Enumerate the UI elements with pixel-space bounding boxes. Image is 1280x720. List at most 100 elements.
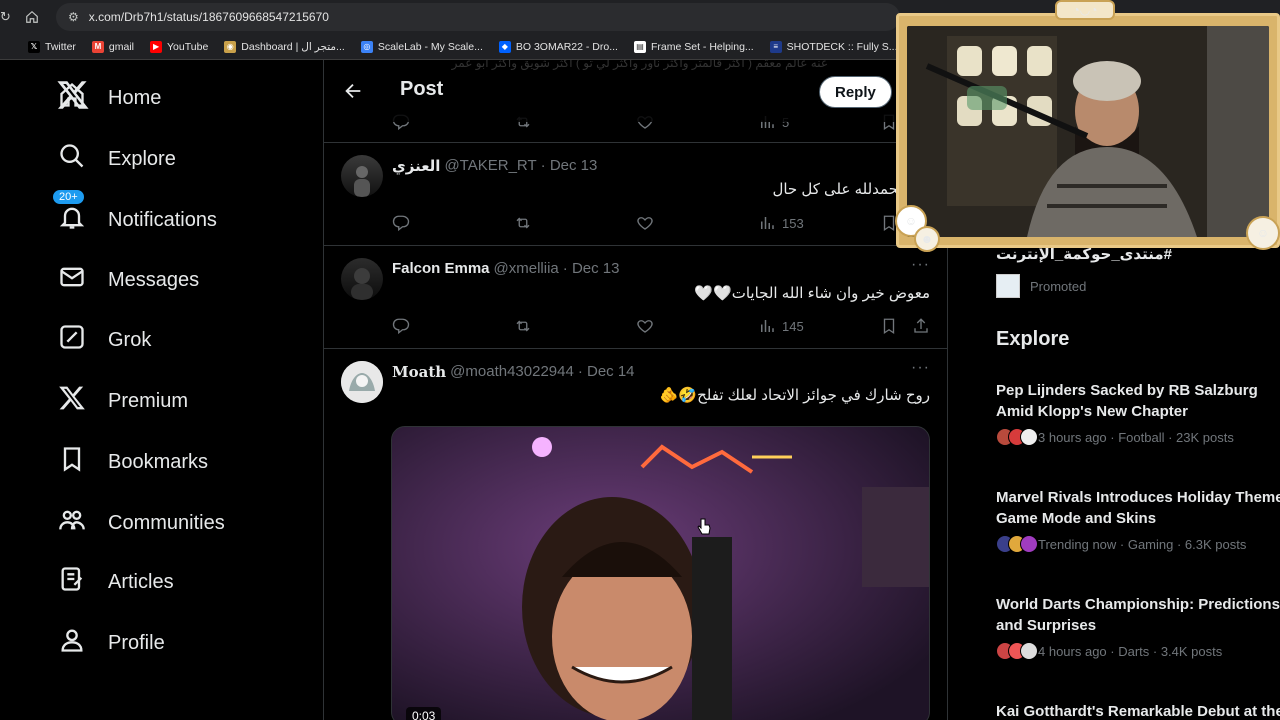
mascot-sticker-icon: ☻	[914, 226, 940, 252]
bookmark-item[interactable]: ◆ BO 3OMAR22 - Dro...	[498, 40, 618, 53]
nav-item-communities[interactable]: Communities	[58, 506, 225, 540]
bell-icon: 20+	[52, 189, 86, 237]
bookmark-item[interactable]: ◎ ScaleLab - My Scale...	[360, 40, 483, 53]
bookmark-item[interactable]: ◉ Dashboard | متجر ال...	[224, 40, 345, 53]
tweet-author[interactable]: العنزي @TAKER_RT · Dec 13	[392, 157, 597, 175]
reply-action[interactable]	[392, 214, 410, 232]
heart-icon	[637, 217, 653, 230]
like-action[interactable]	[636, 317, 654, 335]
bookmark-item[interactable]: ▤ Frame Set - Helping...	[633, 40, 754, 53]
bookmark-favicon-icon: ◆	[498, 40, 511, 53]
tweet-author[interactable]: Moath @moath43022944 · Dec 14	[392, 363, 635, 381]
reply-button[interactable]: Reply	[819, 76, 892, 108]
reply-tweet[interactable]: Falcon Emma @xmelliia · Dec 13 ··· معوض …	[324, 246, 947, 349]
story-avatars	[996, 642, 1038, 660]
explore-story[interactable]: Pep Lijnders Sacked by RB Salzburg Amid …	[996, 380, 1280, 446]
home-button-icon[interactable]	[25, 10, 39, 24]
explore-story[interactable]: Marvel Rivals Introduces Holiday Themed …	[996, 487, 1280, 553]
video-player[interactable]: 0:03	[391, 426, 930, 720]
more-options-icon[interactable]: ···	[911, 359, 930, 377]
display-name[interactable]: Moath	[392, 363, 446, 381]
bookmark-favicon-icon: ▤	[633, 40, 646, 53]
left-sidebar: Home Explore 20+ Notifications Messages Grok P…	[0, 60, 324, 720]
handle[interactable]: @xmelliia	[494, 260, 559, 277]
browser-nav: ↻	[0, 9, 56, 25]
tweet-actions: 153	[392, 213, 932, 233]
mascot-sticker-icon: ☺	[1246, 216, 1280, 250]
back-arrow-icon[interactable]	[342, 80, 364, 102]
like-action[interactable]	[636, 214, 654, 232]
nav-item-home[interactable]: Home	[58, 81, 161, 115]
bookmark-label: SHOTDECK :: Fully S...	[786, 40, 898, 53]
story-avatars	[996, 535, 1038, 553]
nav-item-explore[interactable]: Explore	[58, 142, 176, 176]
bookmark-item[interactable]: ▶ YouTube	[150, 40, 209, 53]
nav-item-articles[interactable]: Articles	[58, 565, 174, 599]
explore-story[interactable]: Kai Gotthardt's Remarkable Debut at the	[996, 701, 1280, 720]
avatar[interactable]	[341, 258, 383, 300]
story-meta-row: 4 hours ago · Darts · 3.4K posts	[996, 642, 1280, 660]
bookmark-item[interactable]: 𝕏 Twitter	[28, 40, 76, 53]
views-action[interactable]: 145	[758, 317, 804, 335]
tweet-date[interactable]: · Dec 14	[578, 363, 635, 381]
story-title[interactable]: World Darts Championship: Predictions an…	[996, 594, 1280, 636]
nav-item-label: Articles	[108, 570, 174, 593]
reload-icon[interactable]: ↻	[0, 9, 11, 25]
mascot-sticker-icon: ◔◡◔	[1055, 0, 1115, 20]
repost-action[interactable]	[514, 214, 532, 232]
bookmark-favicon-icon: M	[91, 40, 104, 53]
share-icon	[914, 318, 928, 333]
story-meta: 3 hours ago · Football · 23K posts	[1038, 429, 1234, 445]
repost-action[interactable]	[514, 317, 532, 335]
bookmark-action[interactable]	[880, 317, 898, 335]
nav-item-label: Premium	[108, 389, 189, 412]
nav-item-label: Explore	[108, 147, 176, 170]
handle[interactable]: @TAKER_RT	[444, 157, 536, 175]
more-options-icon[interactable]: ···	[911, 256, 930, 274]
url-text: x.com/Drb7h1/status/1867609668547215670	[88, 10, 329, 24]
bookmark-item[interactable]: Mgmail	[91, 40, 135, 53]
handle[interactable]: @moath43022944	[450, 363, 574, 381]
bookmark-favicon-icon: ≡	[769, 40, 782, 53]
bookmark-favicon-icon: ◉	[224, 40, 237, 53]
repost-icon	[516, 320, 530, 332]
avatar[interactable]	[341, 155, 383, 197]
nav-item-grok[interactable]: Grok	[58, 323, 151, 357]
explore-story[interactable]: World Darts Championship: Predictions an…	[996, 594, 1280, 660]
nav-item-profile[interactable]: Profile	[58, 626, 165, 660]
views-action[interactable]: 153	[758, 214, 804, 232]
webcam-overlay	[896, 13, 1280, 248]
nav-item-premium[interactable]: Premium	[58, 384, 188, 418]
story-title[interactable]: Pep Lijnders Sacked by RB Salzburg Amid …	[996, 380, 1280, 422]
reply-tweet[interactable]: العنزي @TAKER_RT · Dec 13 ❤️ الحمدلله عل…	[324, 143, 947, 246]
nav-item-bookmarks[interactable]: Bookmarks	[58, 445, 208, 479]
story-meta: 4 hours ago · Darts · 3.4K posts	[1038, 643, 1223, 659]
tweet-actions: 145	[392, 316, 932, 336]
share-action[interactable]	[912, 317, 930, 335]
display-name[interactable]: العنزي	[392, 157, 440, 175]
nav-item-messages[interactable]: Messages	[58, 263, 199, 297]
site-info-icon[interactable]: ⚙	[68, 10, 79, 24]
nav-item-label: Profile	[108, 631, 165, 654]
bookmark-label: gmail	[108, 40, 135, 53]
webcam-video	[907, 26, 1269, 237]
story-title[interactable]: Marvel Rivals Introduces Holiday Themed …	[996, 487, 1280, 529]
story-meta: Trending now · Gaming · 6.3K posts	[1038, 536, 1247, 552]
bookmark-favicon-icon: ◎	[360, 40, 373, 53]
tweet-date[interactable]: · Dec 13	[541, 157, 598, 175]
bookmark-item[interactable]: ≡ SHOTDECK :: Fully S...	[769, 40, 898, 53]
story-title[interactable]: Kai Gotthardt's Remarkable Debut at the	[996, 701, 1280, 720]
display-name[interactable]: Falcon Emma	[392, 260, 490, 277]
repost-icon	[516, 217, 530, 229]
tweet-date[interactable]: · Dec 13	[563, 260, 620, 277]
avatar[interactable]	[341, 361, 383, 403]
bookmark-label: BO 3OMAR22 - Dro...	[515, 40, 618, 53]
address-bar[interactable]: ⚙ x.com/Drb7h1/status/186760966854721567…	[56, 3, 900, 31]
tweet-author[interactable]: Falcon Emma @xmelliia · Dec 13	[392, 260, 619, 277]
bookmark-label: YouTube	[167, 40, 209, 53]
nav-item-notifications[interactable]: 20+ Notifications	[52, 189, 217, 237]
story-avatars	[996, 428, 1038, 446]
avatar-image	[341, 361, 383, 403]
explore-heading: Explore	[996, 328, 1070, 350]
reply-action[interactable]	[392, 317, 410, 335]
